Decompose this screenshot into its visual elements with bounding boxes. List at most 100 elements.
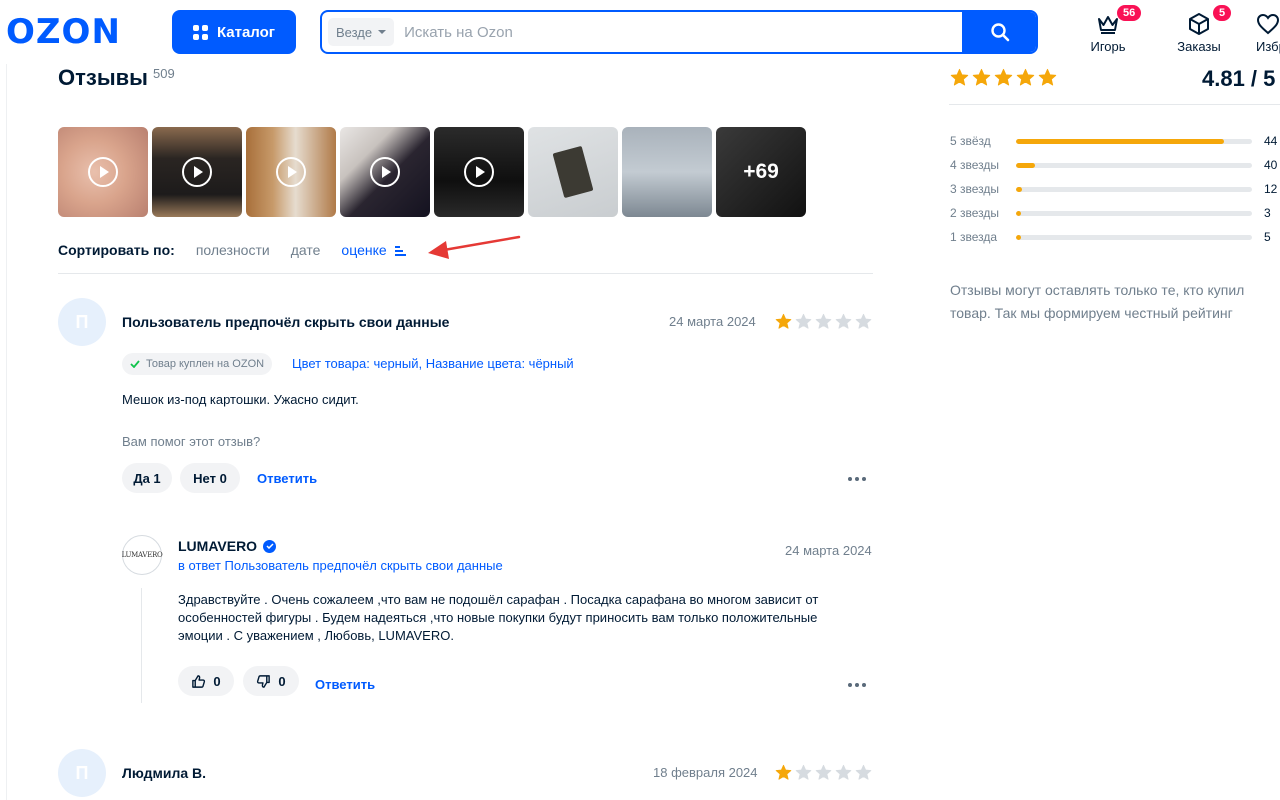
rating-row-4[interactable]: 4 звезды 40 [950,158,1277,172]
more-options-icon[interactable] [848,477,866,481]
reply-button[interactable]: Ответить [315,677,375,692]
chevron-down-icon [378,30,387,34]
video-thumbnail[interactable] [340,127,430,217]
star-empty-icon [815,764,832,781]
seller-name-label: LUMAVERO [178,538,258,554]
review-rating [775,764,872,781]
search-button[interactable] [962,12,1036,52]
sort-option-helpfulness[interactable]: полезности [196,242,270,258]
rating-row-3[interactable]: 3 звезды 12 [950,182,1277,196]
sort-option-date[interactable]: дате [291,242,321,258]
thumbs-down-icon [257,674,271,688]
star-filled-icon [775,764,792,781]
star-empty-icon [835,764,852,781]
profile-badge: 56 [1117,5,1142,21]
rating-bar [1016,138,1252,144]
sort-order-icon[interactable] [394,246,406,256]
rating-row-label: 2 звезды [950,206,1000,220]
product-variant-link[interactable]: Цвет товара: черный, Название цвета: чёр… [292,356,574,371]
rating-bar [1016,210,1252,216]
product-tag-image [552,145,594,199]
media-gallery: +69 [58,127,806,217]
grid-icon [192,24,208,40]
play-icon [88,157,118,187]
policy-note-line: Отзывы могут оставлять только те, кто ку… [950,282,1245,298]
photo-thumbnail[interactable] [622,127,712,217]
divider [58,273,873,274]
rating-row-label: 3 звезды [950,182,1000,196]
helpful-yes-button[interactable]: Да 1 [122,463,172,493]
rating-row-value: 3 [1264,206,1271,220]
search-icon [991,23,1010,42]
like-button[interactable]: 0 [178,666,234,696]
video-thumbnail[interactable] [152,127,242,217]
reviews-count: 509 [153,66,175,81]
rating-row-label: 4 звезды [950,158,1000,172]
rating-row-1[interactable]: 1 звезда 5 [950,230,1271,244]
search-scope-select[interactable]: Везде [328,18,395,46]
rating-row-2[interactable]: 2 звезды 3 [950,206,1271,220]
more-media-count: +69 [743,160,779,183]
star-empty-icon [835,313,852,330]
nav-profile[interactable]: 56 Игорь [1086,5,1142,54]
reply-text: Здравствуйте . Очень сожалеем ,что вам н… [178,591,818,645]
reply-date: 24 марта 2024 [785,543,872,558]
search-bar: Везде [320,10,1038,54]
photo-thumbnail[interactable] [528,127,618,217]
star-filled-icon [972,68,991,87]
review-rating [775,313,872,330]
reply-button[interactable]: Ответить [257,471,317,486]
like-count: 0 [213,673,221,689]
nav-orders-label: Заказы [1177,39,1221,54]
star-filled-icon [1016,68,1035,87]
nav-orders[interactable]: 5 Заказы [1174,5,1232,54]
nav-favorites[interactable]: Избранное [1256,12,1280,54]
play-icon [276,157,306,187]
star-filled-icon [950,68,969,87]
more-options-icon[interactable] [848,683,866,687]
in-reply-to-link[interactable]: в ответ Пользователь предпочёл скрыть св… [178,558,503,573]
catalog-label: Каталог [216,23,276,41]
sort-label: Сортировать по: [58,242,175,258]
header: OZON Каталог Везде 56 Игорь 5 Заказы Изб… [0,0,1280,64]
nav-favorites-label: Избранное [1256,39,1280,54]
review-text: Мешок из-под картошки. Ужасно сидит. [122,392,359,407]
search-input[interactable] [394,23,962,41]
star-empty-icon [855,313,872,330]
crown-icon [1098,16,1118,34]
video-thumbnail[interactable] [434,127,524,217]
box-icon [1189,13,1209,35]
rating-row-value: 5 [1264,230,1271,244]
catalog-button[interactable]: Каталог [172,10,296,54]
avatar: П [58,298,106,346]
more-media-button[interactable]: +69 [716,127,806,217]
helpful-no-button[interactable]: Нет 0 [180,463,240,493]
sort-option-rating[interactable]: оценке [341,242,386,258]
rating-bar [1016,234,1252,240]
ozon-logo[interactable]: OZON [6,12,121,52]
policy-note-line: товар. Так мы формируем честный рейтинг [950,305,1233,321]
dislike-count: 0 [278,673,286,689]
seller-logo: LUMAVERO [122,535,163,575]
helpful-question: Вам помог этот отзыв? [122,434,261,449]
dislike-button[interactable]: 0 [243,666,299,696]
reviews-title: Отзывы [58,65,148,90]
rating-row-5[interactable]: 5 звёзд 44 [950,134,1277,148]
sort-bar: Сортировать по: полезности дате оценке [58,242,406,258]
play-icon [370,157,400,187]
rating-row-label: 1 звезда [950,230,998,244]
star-empty-icon [815,313,832,330]
video-thumbnail[interactable] [246,127,336,217]
average-rating-score: 4.81 / 5 [1202,66,1276,91]
divider [949,104,1280,105]
review-date: 24 марта 2024 [669,314,756,329]
orders-badge: 5 [1213,5,1232,21]
review-author: Людмила В. [122,765,207,781]
rating-bar [1016,186,1252,192]
average-rating-stars [950,68,1057,87]
star-filled-icon [775,313,792,330]
seller-name[interactable]: LUMAVERO [178,538,277,554]
video-thumbnail[interactable] [58,127,148,217]
verified-label: Товар куплен на OZON [146,358,265,370]
rating-row-value: 40 [1264,158,1278,172]
